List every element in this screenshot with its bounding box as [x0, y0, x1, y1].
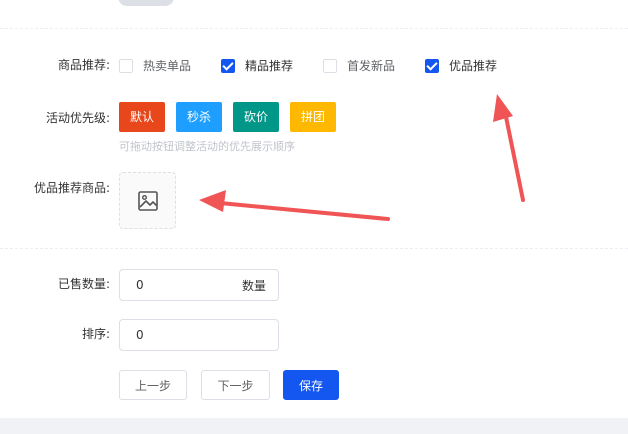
sold-label: 已售数量: — [57, 277, 110, 291]
checkbox[interactable] — [119, 58, 133, 73]
arrow-head-up — [493, 94, 513, 122]
prev-step-button[interactable]: 上一步 — [119, 370, 187, 400]
priority-hint: 可拖动按钮调整活动的优先展示顺序 — [119, 140, 295, 153]
premium-goods-label: 优品推荐商品: — [33, 181, 110, 195]
sold-quantity-suffix: 数量 — [241, 278, 266, 293]
sold-quantity-value: 0 — [136, 278, 144, 292]
recommend-option-premium[interactable]: 优品推荐 — [425, 57, 497, 74]
arrow-head-left — [199, 190, 226, 212]
next-step-button[interactable]: 下一步 — [201, 370, 270, 400]
section-divider — [0, 248, 628, 249]
page-footer-bar — [0, 418, 628, 434]
priority-tag-default[interactable]: 默认 — [119, 102, 166, 132]
sold-quantity-input[interactable]: 0 数量 — [119, 269, 279, 301]
recommend-option-hot[interactable]: 热卖单品 — [119, 57, 191, 74]
checkbox[interactable] — [425, 58, 439, 73]
arrow-to-checkbox — [503, 110, 525, 202]
checkbox-label: 优品推荐 — [449, 59, 498, 73]
priority-tag-bargain[interactable]: 砍价 — [233, 102, 280, 132]
priority-tags: 默认 秒杀 砍价 拼团 — [119, 102, 337, 132]
checkbox-label: 首发新品 — [347, 59, 396, 73]
checkbox[interactable] — [221, 58, 235, 73]
priority-tag-group[interactable]: 拼团 — [290, 102, 337, 132]
checkbox-label: 热卖单品 — [143, 59, 192, 73]
checkbox[interactable] — [323, 58, 337, 73]
save-button[interactable]: 保存 — [283, 370, 339, 400]
sort-input[interactable]: 0 — [119, 319, 279, 351]
priority-label: 活动优先级: — [45, 111, 110, 125]
sort-label: 排序: — [81, 327, 110, 341]
recommend-option-boutique[interactable]: 精品推荐 — [221, 57, 293, 74]
image-placeholder-icon — [137, 190, 158, 211]
premium-goods-upload[interactable] — [119, 172, 176, 229]
priority-tag-seckill[interactable]: 秒杀 — [176, 102, 223, 132]
recommend-label: 商品推荐: — [57, 58, 110, 72]
arrow-to-upload — [218, 201, 390, 221]
sort-value: 0 — [136, 328, 144, 342]
checkbox-label: 精品推荐 — [245, 59, 294, 73]
section-divider — [0, 28, 628, 29]
recommend-option-new[interactable]: 首发新品 — [323, 57, 395, 74]
toggle-switch[interactable] — [118, 0, 174, 6]
